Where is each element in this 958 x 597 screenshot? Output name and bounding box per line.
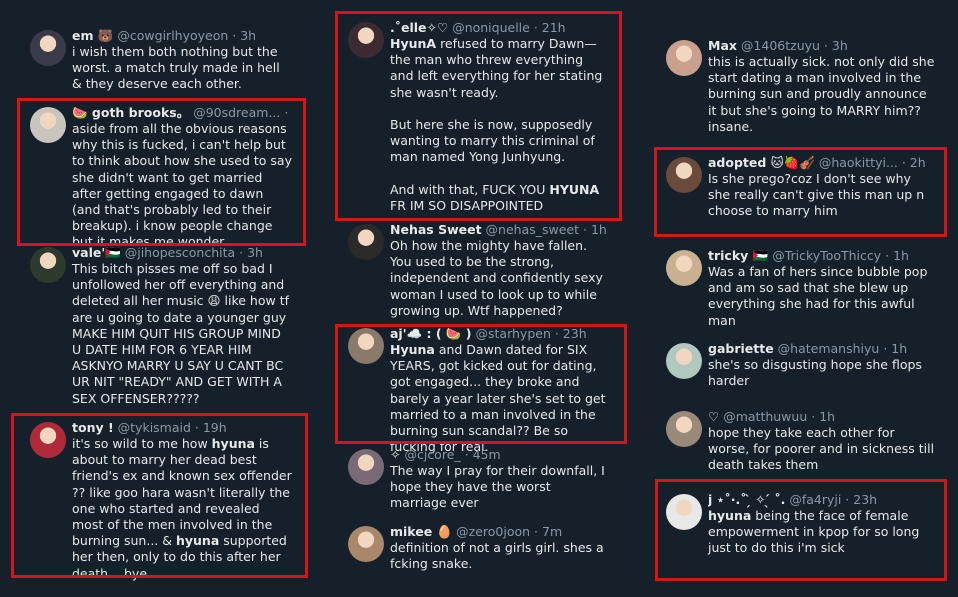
display-name[interactable]: mikee 🥚 (390, 524, 452, 539)
separator-dot: · (579, 222, 591, 237)
user-handle[interactable]: @nehas_sweet (486, 222, 579, 237)
separator-dot: · (228, 28, 241, 43)
avatar[interactable] (348, 224, 384, 260)
separator-dot: · (530, 524, 542, 539)
tweet-header: mikee 🥚 @zero0joon · 7m (390, 524, 610, 540)
avatar[interactable] (30, 30, 66, 66)
timestamp[interactable]: 1h (591, 222, 607, 237)
tweet-header: ✧ @cjcore_ · 45m (390, 447, 610, 463)
tweet-header: vale'🇵🇸 @jihopesconchita · 3h (72, 245, 292, 261)
highlight-frame (335, 11, 622, 221)
avatar[interactable] (666, 411, 702, 447)
tweet-header: tricky 🇵🇸 @TrickyTooThiccy · 1h (708, 248, 936, 264)
display-name[interactable]: vale'🇵🇸 (72, 245, 121, 260)
separator-dot: · (819, 38, 832, 53)
timestamp[interactable]: 3h (240, 28, 256, 43)
tweet-text: this is actually sick. not only did she … (708, 54, 935, 134)
tweet-body: mikee 🥚 @zero0joon · 7m definition of not… (390, 524, 610, 572)
tweet-body: vale'🇵🇸 @jihopesconchita · 3h This bitch … (72, 245, 292, 407)
tweet-header: em 🐻 @cowgirlhyoyeon · 3h (72, 28, 292, 44)
avatar[interactable] (30, 247, 66, 283)
tweet-header: gabriette @hatemanshiyu · 1h (708, 341, 936, 357)
user-handle[interactable]: @cjcore_ (404, 447, 460, 462)
highlight-frame (335, 324, 627, 444)
highlight-frame (654, 147, 947, 237)
tweet-body: ♡ @matthuwuu · 1h hope they take each oth… (708, 409, 936, 474)
display-name[interactable]: em 🐻 (72, 28, 113, 43)
tweet-body: tricky 🇵🇸 @TrickyTooThiccy · 1h Was a fan… (708, 248, 936, 329)
tweet-text: i wish them both nothing but the worst. … (72, 44, 280, 92)
display-name[interactable]: ♡ (708, 409, 719, 424)
user-handle[interactable]: @jihopesconchita (125, 245, 235, 260)
highlight-frame (17, 98, 306, 246)
user-handle[interactable]: @1406tzuyu (741, 38, 820, 53)
user-handle[interactable]: @hatemanshiyu (778, 341, 880, 356)
user-handle[interactable]: @zero0joon (456, 524, 530, 539)
tweet-body: ✧ @cjcore_ · 45m The way I pray for their… (390, 447, 610, 512)
separator-dot: · (879, 341, 892, 356)
user-handle[interactable]: @cowgirlhyoyeon (117, 28, 228, 43)
timestamp[interactable]: 1h (893, 248, 909, 263)
display-name[interactable]: ✧ (390, 447, 400, 462)
separator-dot: · (235, 245, 248, 260)
avatar[interactable] (666, 250, 702, 286)
tweet-text: The way I pray for their downfall, I hop… (390, 463, 605, 511)
avatar[interactable] (348, 449, 384, 485)
tweet-text: Oh how the mighty have fallen. You used … (390, 238, 603, 318)
avatar[interactable] (348, 526, 384, 562)
avatar[interactable] (666, 40, 702, 76)
tweet-text: Was a fan of hers since bubble pop and a… (708, 264, 928, 328)
tweet-text: This bitch pisses me off so bad I unfoll… (72, 261, 289, 406)
tweet-body: gabriette @hatemanshiyu · 1h she's so dis… (708, 341, 936, 389)
tweet-body: Max @1406tzuyu · 3h this is actually sick… (708, 38, 936, 135)
display-name[interactable]: Max (708, 38, 737, 53)
display-name[interactable]: Nehas Sweet (390, 222, 482, 237)
timestamp[interactable]: 3h (832, 38, 848, 53)
timestamp[interactable]: 3h (247, 245, 263, 260)
separator-dot: · (460, 447, 473, 462)
separator-dot: · (881, 248, 894, 263)
tweet-body: Nehas Sweet @nehas_sweet · 1h Oh how the … (390, 222, 610, 319)
tweet-header: ♡ @matthuwuu · 1h (708, 409, 936, 425)
timestamp[interactable]: 45m (473, 447, 501, 462)
tweet-text: definition of not a girls girl. shes a f… (390, 540, 604, 572)
timestamp[interactable]: 7m (542, 524, 562, 539)
user-handle[interactable]: @TrickyTooThiccy (772, 248, 881, 263)
display-name[interactable]: tricky 🇵🇸 (708, 248, 768, 263)
tweet-header: Max @1406tzuyu · 3h (708, 38, 936, 54)
timestamp[interactable]: 1h (819, 409, 835, 424)
display-name[interactable]: gabriette (708, 341, 774, 356)
timestamp[interactable]: 1h (891, 341, 907, 356)
user-handle[interactable]: @matthuwuu (723, 409, 807, 424)
avatar[interactable] (666, 343, 702, 379)
tweet-body: em 🐻 @cowgirlhyoyeon · 3h i wish them bot… (72, 28, 292, 93)
separator-dot: · (807, 409, 820, 424)
tweet-text: hope they take each other for worse, for… (708, 425, 935, 473)
highlight-frame (11, 413, 308, 578)
tweet-text: she's so disgusting hope she flops harde… (708, 357, 922, 389)
highlight-frame (655, 479, 947, 581)
tweet-header: Nehas Sweet @nehas_sweet · 1h (390, 222, 610, 238)
